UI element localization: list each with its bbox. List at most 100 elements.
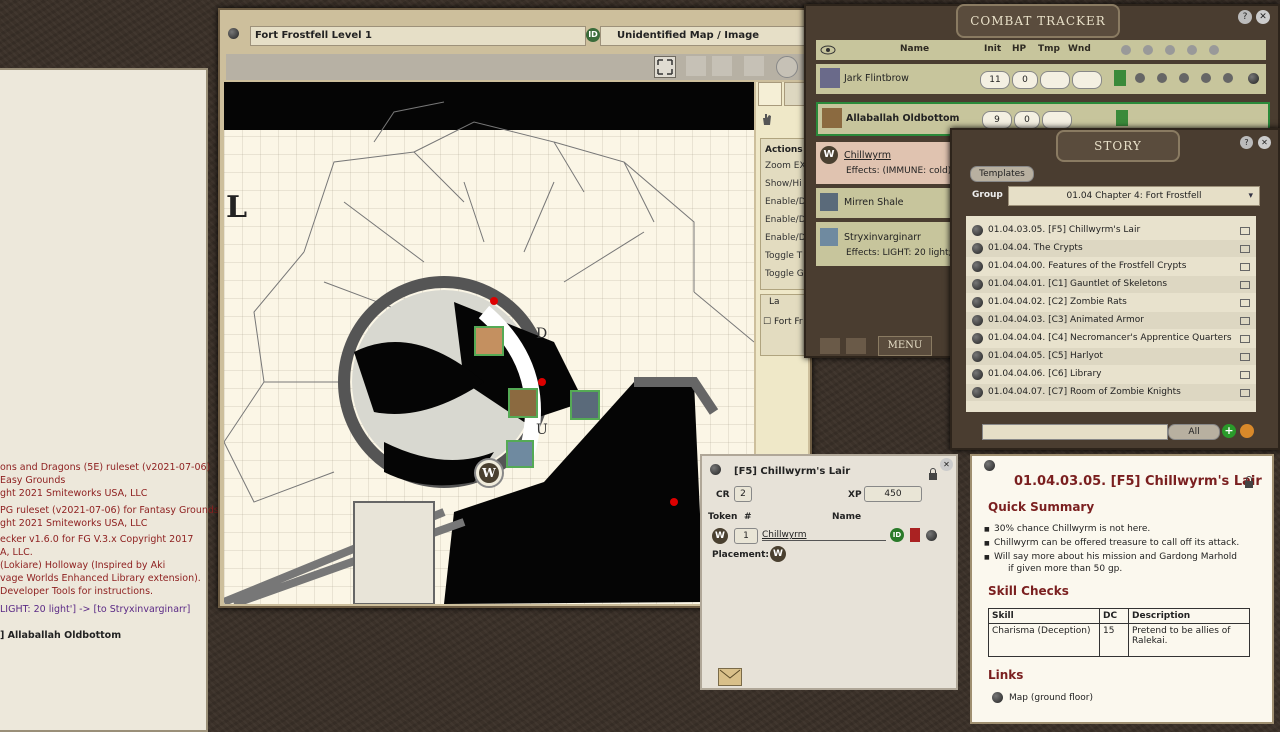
hand-icon[interactable] bbox=[760, 112, 774, 126]
placement-token-icon[interactable]: W bbox=[770, 546, 786, 562]
ct-name[interactable]: Allaballah Oldbottom bbox=[846, 113, 959, 124]
wnd-field[interactable] bbox=[1072, 71, 1102, 89]
story-list-item[interactable]: 01.04.04.04. [C4] Necromancer's Apprenti… bbox=[966, 330, 1256, 347]
story-list-item[interactable]: 01.04.04.03. [C3] Animated Armor bbox=[966, 312, 1256, 329]
hp-field[interactable]: 0 bbox=[1012, 71, 1038, 89]
combat-tracker-title: COMBAT TRACKER bbox=[956, 4, 1120, 38]
story-entry-window: 01.04.03.05. [F5] Chillwyrm's Lair Quick… bbox=[970, 454, 1274, 724]
cr-field[interactable]: 2 bbox=[734, 486, 752, 502]
filter-input[interactable] bbox=[982, 424, 1168, 440]
ct-row-stryxinvarginarr[interactable]: Stryxinvarginarr Effects: LIGHT: 20 ligh… bbox=[816, 222, 956, 266]
token-allaballah[interactable] bbox=[508, 388, 538, 418]
chat-input[interactable] bbox=[0, 716, 196, 720]
hp-field[interactable]: 0 bbox=[1014, 111, 1040, 129]
layer-item[interactable]: ☐ Fort Fr bbox=[763, 317, 803, 327]
story-list-item[interactable]: 01.04.04.00. Features of the Frostfell C… bbox=[966, 258, 1256, 275]
map-lock-button[interactable] bbox=[228, 28, 239, 42]
lock-icon[interactable] bbox=[1244, 476, 1254, 488]
npc-menu-button[interactable] bbox=[926, 530, 937, 544]
init-field[interactable]: 11 bbox=[980, 71, 1010, 89]
close-icon[interactable]: ✕ bbox=[940, 458, 953, 471]
ct-name[interactable]: Stryxinvarginarr bbox=[844, 232, 921, 243]
summary-bullet: Chillwyrm can be offered treasure to cal… bbox=[984, 538, 1239, 548]
mask-tool-icon[interactable] bbox=[744, 56, 764, 76]
envelope-icon[interactable] bbox=[718, 668, 742, 686]
ct-name[interactable]: Chillwyrm bbox=[844, 150, 891, 161]
story-list-item[interactable]: 01.04.04.06. [C6] Library bbox=[966, 366, 1256, 383]
story-list-item[interactable]: 01.04.04. The Crypts bbox=[966, 240, 1256, 257]
book-icon[interactable] bbox=[1240, 227, 1250, 235]
help-icon[interactable]: ? bbox=[1238, 10, 1252, 24]
identified-toggle-icon[interactable]: ID bbox=[586, 28, 600, 42]
ct-row-chillwyrm[interactable]: W Chillwyrm Effects: (IMMUNE: cold) bbox=[816, 142, 956, 184]
templates-button[interactable]: Templates bbox=[970, 166, 1034, 182]
help-icon[interactable]: ? bbox=[1240, 136, 1253, 149]
add-icon[interactable]: + bbox=[1222, 424, 1236, 438]
story-list-item[interactable]: 01.04.04.01. [C1] Gauntlet of Skeletons bbox=[966, 276, 1256, 293]
tmp-field[interactable] bbox=[1042, 111, 1072, 129]
close-icon[interactable]: ✕ bbox=[1258, 136, 1271, 149]
link-map-ground[interactable]: Map (ground floor) bbox=[992, 692, 1093, 703]
next-turn-icon[interactable] bbox=[820, 338, 840, 354]
map-title[interactable]: Fort Frostfell Level 1 bbox=[250, 26, 586, 46]
visibility-eye-icon[interactable] bbox=[820, 43, 836, 57]
chat-line: vage Worlds Enhanced Library extension). bbox=[0, 573, 201, 584]
token-mirren[interactable] bbox=[570, 390, 600, 420]
friend-faction-icon[interactable] bbox=[1114, 70, 1126, 86]
init-field[interactable]: 9 bbox=[982, 111, 1012, 129]
entry-lock-button[interactable] bbox=[984, 460, 995, 474]
story-list-item[interactable]: 01.04.03.05. [F5] Chillwyrm's Lair bbox=[966, 222, 1256, 239]
story-item-icon bbox=[972, 243, 983, 254]
row-menu-button[interactable] bbox=[1248, 73, 1259, 87]
token-chillwyrm[interactable]: W bbox=[474, 458, 504, 488]
map-canvas[interactable]: D U L W bbox=[224, 82, 754, 604]
token-jark[interactable] bbox=[474, 326, 504, 356]
filter-all-button[interactable]: All bbox=[1168, 424, 1220, 440]
npc-name-link[interactable]: Chillwyrm bbox=[762, 530, 886, 541]
eraser-tool-icon[interactable] bbox=[712, 56, 732, 76]
faction-icon[interactable] bbox=[910, 528, 920, 542]
story-list-item[interactable]: 01.04.04.05. [C5] Harlyot bbox=[966, 348, 1256, 365]
group-select[interactable]: 01.04 Chapter 4: Fort Frostfell ▾ bbox=[1008, 186, 1260, 206]
book-icon[interactable] bbox=[1240, 353, 1250, 361]
menu-button[interactable]: MENU bbox=[878, 336, 932, 356]
ct-row-mirren[interactable]: Mirren Shale bbox=[816, 188, 956, 218]
section-toggle-icons[interactable] bbox=[1116, 43, 1236, 57]
story-list-item[interactable]: 01.04.04.07. [C7] Room of Zombie Knights bbox=[966, 384, 1256, 401]
story-item-icon bbox=[972, 369, 983, 380]
book-icon[interactable] bbox=[1240, 245, 1250, 253]
identified-icon[interactable]: ID bbox=[890, 528, 904, 542]
tmp-field[interactable] bbox=[1040, 71, 1070, 89]
book-icon[interactable] bbox=[1240, 335, 1250, 343]
book-icon[interactable] bbox=[1240, 389, 1250, 397]
book-icon[interactable] bbox=[1240, 371, 1250, 379]
book-icon[interactable] bbox=[1240, 317, 1250, 325]
target-tool-icon[interactable] bbox=[776, 56, 798, 78]
row-section-icons[interactable] bbox=[1134, 72, 1244, 84]
encounter-lock-button[interactable] bbox=[710, 464, 721, 478]
xp-field[interactable]: 450 bbox=[864, 486, 922, 502]
token-stryxinvarginarr[interactable] bbox=[506, 440, 534, 468]
book-icon[interactable] bbox=[1240, 281, 1250, 289]
chat-line: A, LLC. bbox=[0, 547, 33, 558]
book-icon[interactable] bbox=[1240, 299, 1250, 307]
story-list-item[interactable]: 01.04.04.02. [C2] Zombie Rats bbox=[966, 294, 1256, 311]
story-item-label: 01.04.04.01. [C1] Gauntlet of Skeletons bbox=[988, 279, 1168, 289]
npc-token-icon[interactable]: W bbox=[712, 528, 728, 544]
lock-icon[interactable] bbox=[928, 468, 938, 480]
map-toolbar bbox=[226, 54, 804, 80]
grid-hex-icon[interactable] bbox=[758, 82, 782, 106]
friend-faction-icon[interactable] bbox=[1116, 110, 1128, 126]
ct-name[interactable]: Mirren Shale bbox=[844, 197, 904, 208]
fit-zoom-icon[interactable] bbox=[654, 56, 676, 78]
book-icon[interactable] bbox=[1240, 263, 1250, 271]
npc-count-field[interactable]: 1 bbox=[734, 528, 758, 544]
ct-row-jark[interactable]: Jark Flintbrow 11 0 bbox=[816, 64, 1266, 94]
entry-title: 01.04.03.05. [F5] Chillwyrm's Lair bbox=[1014, 474, 1262, 489]
close-icon[interactable]: ✕ bbox=[1256, 10, 1270, 24]
pen-tool-icon[interactable] bbox=[686, 56, 706, 76]
edit-icon[interactable] bbox=[1240, 424, 1254, 438]
toggle-list-icon[interactable] bbox=[846, 338, 866, 354]
col-wnd: Wnd bbox=[1068, 44, 1091, 54]
ct-name[interactable]: Jark Flintbrow bbox=[844, 73, 909, 84]
